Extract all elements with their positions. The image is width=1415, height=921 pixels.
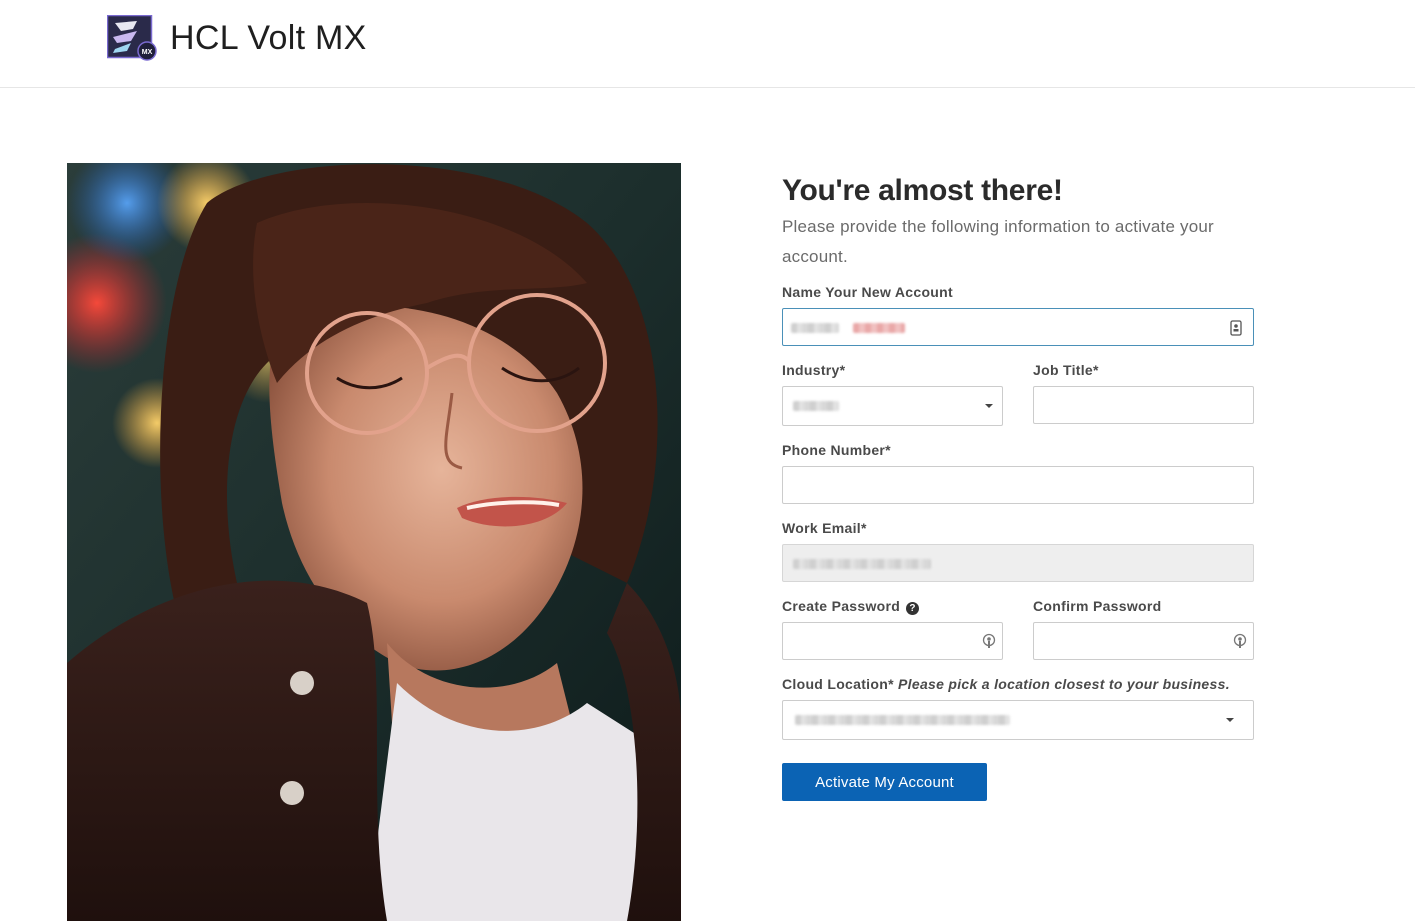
- portrait-image: [67, 163, 681, 921]
- account-name-input[interactable]: [782, 308, 1254, 346]
- job-title-input[interactable]: [1033, 386, 1254, 424]
- activate-account-button[interactable]: Activate My Account: [782, 763, 987, 801]
- hero-photo: [67, 163, 681, 921]
- account-name-label: Name Your New Account: [782, 284, 953, 300]
- obscured-value: [793, 559, 931, 569]
- form-subtitle: Please provide the following information…: [782, 217, 1214, 266]
- obscured-value: [791, 323, 839, 333]
- cloud-location-hint: Please pick a location closest to your b…: [898, 676, 1230, 692]
- create-password-label-text: Create Password: [782, 598, 901, 614]
- obscured-value: [793, 401, 839, 411]
- contact-card-icon[interactable]: [1229, 320, 1243, 336]
- cloud-location-label: Cloud Location* Please pick a location c…: [782, 676, 1230, 692]
- confirm-password-label: Confirm Password: [1033, 598, 1162, 614]
- chevron-down-icon: [1226, 718, 1234, 722]
- industry-select[interactable]: [782, 386, 1003, 426]
- cloud-location-select[interactable]: [782, 700, 1254, 740]
- help-icon[interactable]: ?: [906, 602, 920, 615]
- password-key-icon[interactable]: [982, 633, 996, 649]
- logo-badge-text: MX: [142, 49, 153, 56]
- form-title: You're almost there!: [782, 174, 1063, 207]
- confirm-password-input[interactable]: [1033, 622, 1254, 660]
- top-header: MX HCL Volt MX: [0, 0, 1415, 88]
- obscured-value: [853, 323, 905, 333]
- chevron-down-icon: [985, 404, 993, 408]
- password-key-icon[interactable]: [1233, 633, 1247, 649]
- work-email-input: [782, 544, 1254, 582]
- work-email-label: Work Email*: [782, 520, 867, 536]
- create-password-label: Create Password?: [782, 598, 920, 615]
- create-password-input[interactable]: [782, 622, 1003, 660]
- cloud-location-label-text: Cloud Location*: [782, 676, 894, 692]
- phone-number-label: Phone Number*: [782, 442, 891, 458]
- job-title-label: Job Title*: [1033, 362, 1099, 378]
- volt-mx-logo[interactable]: MX: [107, 15, 157, 61]
- brand-name: HCL Volt MX: [170, 19, 367, 57]
- industry-label: Industry*: [782, 362, 846, 378]
- phone-number-input[interactable]: [782, 466, 1254, 504]
- obscured-value: [795, 715, 1010, 725]
